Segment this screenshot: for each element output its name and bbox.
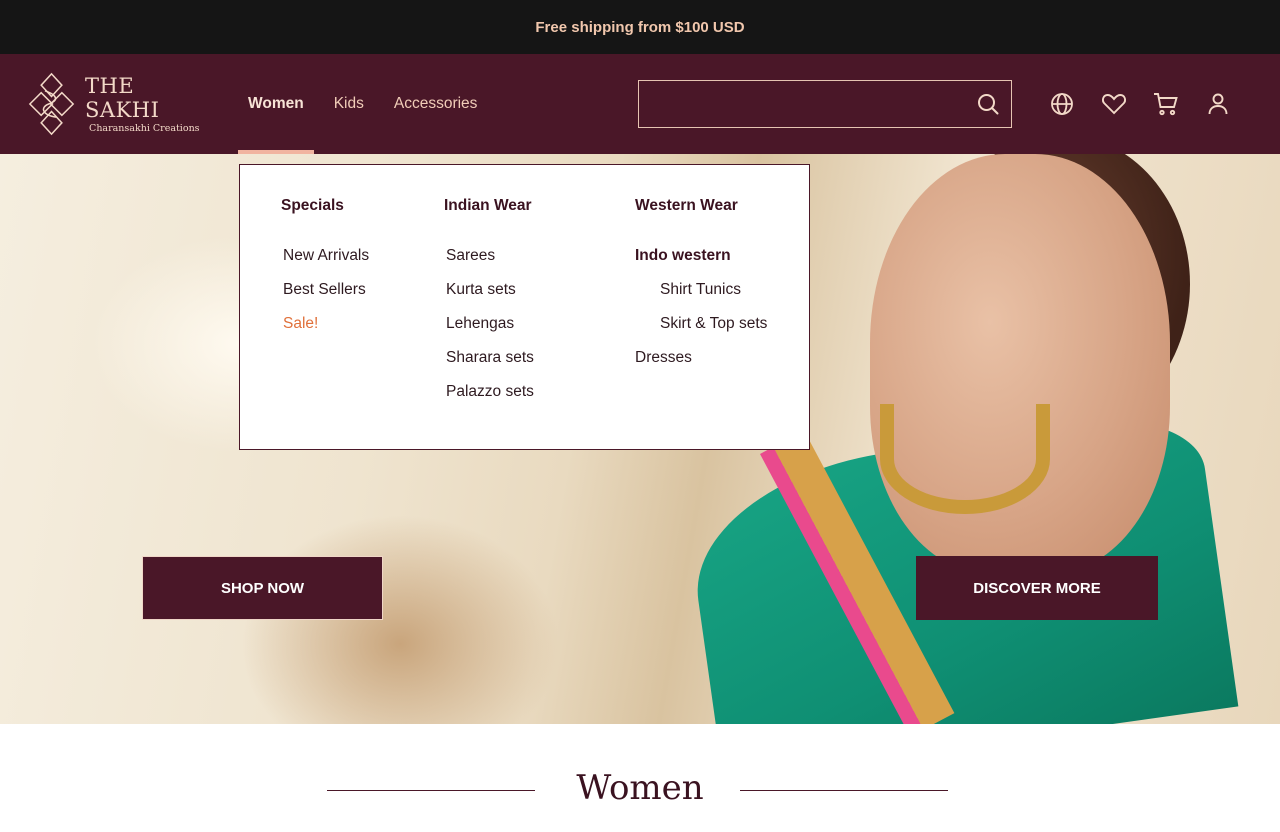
menu-link-indo-western[interactable]: Indo western [635, 247, 731, 265]
menu-link-best-sellers[interactable]: Best Sellers [283, 281, 366, 299]
brand-title: THE SAKHI [85, 74, 160, 122]
divider-right [740, 790, 948, 791]
menu-link-shirt-tunics[interactable]: Shirt Tunics [660, 281, 741, 299]
brand-logo[interactable]: THE SAKHI Charansakhi Creations [28, 70, 208, 138]
menu-link-new-arrivals[interactable]: New Arrivals [283, 247, 369, 265]
menu-link-palazzo-sets[interactable]: Palazzo sets [446, 383, 534, 401]
logo-mark-icon [28, 72, 75, 136]
nav-accessories[interactable]: Accessories [384, 54, 488, 154]
menu-link-kurta-sets[interactable]: Kurta sets [446, 281, 516, 299]
user-icon[interactable] [1204, 90, 1232, 118]
nav-women[interactable]: Women [238, 54, 314, 154]
menu-heading-indian-wear: Indian Wear [444, 197, 532, 214]
menu-heading-western-wear: Western Wear [635, 197, 738, 214]
search-box [638, 80, 1012, 128]
search-input[interactable] [639, 81, 959, 127]
cart-icon[interactable] [1152, 90, 1180, 118]
menu-heading-specials: Specials [281, 197, 344, 214]
announcement-bar: Free shipping from $100 USD [0, 0, 1280, 54]
shop-now-button[interactable]: SHOP NOW [142, 556, 383, 620]
hero-model-necklace [880, 404, 1050, 514]
section-title: Women [576, 768, 704, 808]
main-nav: Women Kids Accessories [238, 54, 497, 154]
menu-link-sarees[interactable]: Sarees [446, 247, 495, 265]
announcement-text: Free shipping from $100 USD [535, 18, 745, 36]
heart-icon[interactable] [1100, 90, 1128, 118]
hero-model-figure [870, 154, 1170, 574]
header-actions [1048, 90, 1256, 118]
discover-more-button[interactable]: DISCOVER MORE [916, 556, 1158, 620]
nav-kids[interactable]: Kids [324, 54, 374, 154]
search-icon[interactable] [977, 93, 999, 115]
menu-link-dresses[interactable]: Dresses [635, 349, 692, 367]
menu-link-sharara-sets[interactable]: Sharara sets [446, 349, 534, 367]
menu-link-skirt-top-sets[interactable]: Skirt & Top sets [660, 315, 767, 333]
women-mega-menu: Specials New Arrivals Best Sellers Sale!… [239, 164, 810, 450]
menu-link-sale[interactable]: Sale! [283, 315, 318, 333]
brand-subtitle: Charansakhi Creations [89, 123, 200, 134]
women-section-header: Women [0, 724, 1280, 832]
globe-icon[interactable] [1048, 90, 1076, 118]
site-header: THE SAKHI Charansakhi Creations Women Ki… [0, 54, 1280, 154]
menu-link-lehengas[interactable]: Lehengas [446, 315, 514, 333]
